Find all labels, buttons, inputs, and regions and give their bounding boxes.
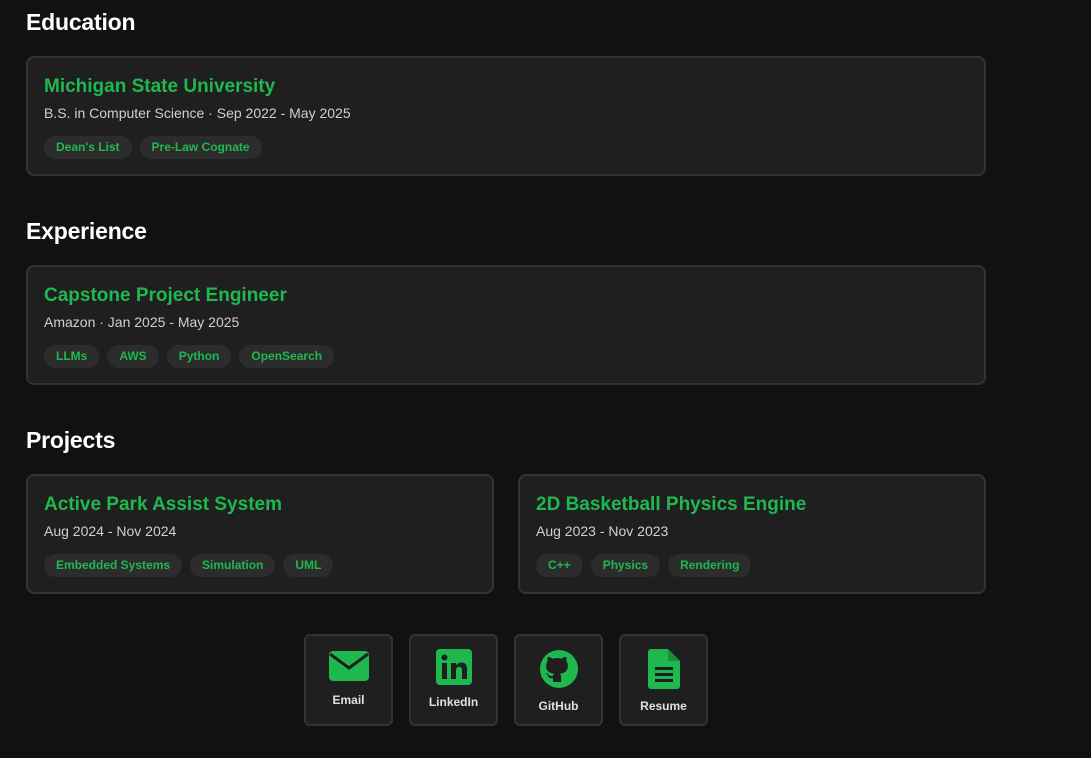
- tag: AWS: [107, 345, 159, 368]
- linkedin-label: LinkedIn: [428, 695, 479, 709]
- education-subtitle: B.S. in Computer Science · Sep 2022 - Ma…: [44, 105, 351, 121]
- tag: Python: [166, 345, 232, 368]
- tag: Dean's List: [44, 136, 132, 159]
- project-card[interactable]: 2D Basketball Physics Engine Aug 2023 - …: [518, 474, 986, 594]
- contact-links: Email LinkedIn GitHub Resume: [304, 634, 708, 726]
- email-label: Email: [332, 693, 365, 707]
- education-tags: Dean's List Pre-Law Cognate: [44, 136, 968, 159]
- project-title: Active Park Assist System: [44, 494, 282, 515]
- projects-grid: Active Park Assist System Aug 2024 - Nov…: [26, 474, 986, 594]
- projects-section: Projects Active Park Assist System Aug 2…: [26, 418, 986, 594]
- experience-role: Capstone Project Engineer: [44, 285, 287, 306]
- github-label: GitHub: [538, 699, 579, 713]
- project-tags: Embedded Systems Simulation UML: [44, 554, 476, 577]
- tag: Embedded Systems: [44, 554, 183, 577]
- education-heading: Education: [26, 9, 136, 35]
- experience-tags: LLMs AWS Python OpenSearch: [44, 345, 968, 368]
- email-link-button[interactable]: Email: [304, 634, 393, 726]
- tag: LLMs: [44, 345, 100, 368]
- experience-heading: Experience: [26, 218, 147, 244]
- linkedin-link-button[interactable]: LinkedIn: [409, 634, 498, 726]
- project-tags: C++ Physics Rendering: [536, 554, 968, 577]
- resume-label: Resume: [640, 699, 687, 713]
- experience-section: Experience Capstone Project Engineer Ama…: [26, 209, 986, 385]
- tag: Simulation: [190, 554, 276, 577]
- education-section: Education Michigan State University B.S.…: [26, 0, 986, 176]
- tag: OpenSearch: [239, 345, 335, 368]
- projects-heading: Projects: [26, 427, 116, 453]
- project-dates: Aug 2023 - Nov 2023: [536, 523, 669, 539]
- linkedin-icon: [435, 649, 472, 685]
- tag: C++: [536, 554, 583, 577]
- project-card[interactable]: Active Park Assist System Aug 2024 - Nov…: [26, 474, 494, 594]
- tag: Rendering: [668, 554, 752, 577]
- education-school: Michigan State University: [44, 76, 276, 97]
- tag: Pre-Law Cognate: [139, 136, 262, 159]
- github-icon: [539, 650, 578, 688]
- github-link-button[interactable]: GitHub: [514, 634, 603, 726]
- tag: UML: [283, 554, 334, 577]
- document-icon: [647, 649, 680, 689]
- project-title: 2D Basketball Physics Engine: [536, 494, 807, 515]
- envelope-icon: [328, 651, 369, 681]
- project-dates: Aug 2024 - Nov 2024: [44, 523, 177, 539]
- experience-subtitle: Amazon · Jan 2025 - May 2025: [44, 314, 240, 330]
- experience-card: Capstone Project Engineer Amazon · Jan 2…: [26, 265, 986, 385]
- education-card: Michigan State University B.S. in Comput…: [26, 56, 986, 176]
- tag: Physics: [590, 554, 661, 577]
- resume-link-button[interactable]: Resume: [619, 634, 708, 726]
